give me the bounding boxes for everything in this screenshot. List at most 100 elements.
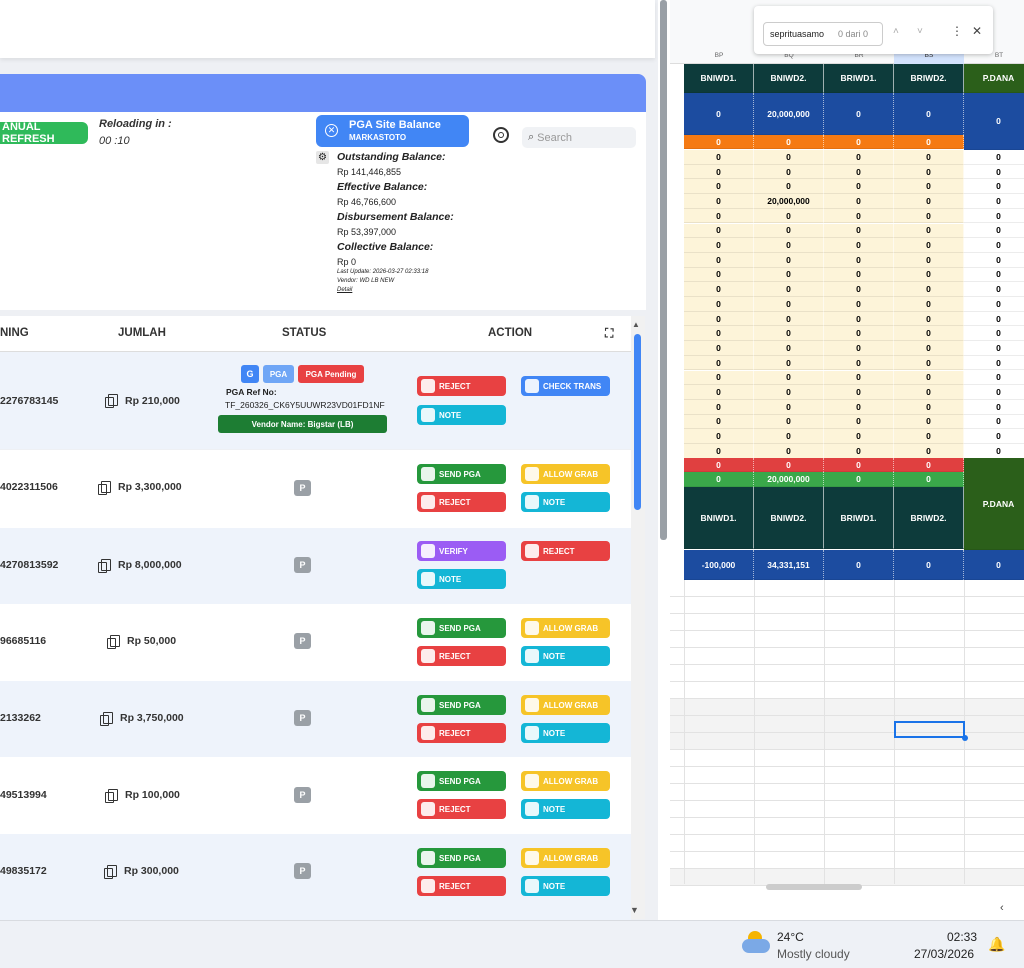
sheet-cell[interactable]: 0: [894, 370, 964, 386]
reject-button[interactable]: REJECT: [417, 376, 506, 396]
allow-grab-button[interactable]: ALLOW GRAB: [521, 771, 610, 791]
column-letter[interactable]: BP: [684, 52, 754, 59]
clock-date[interactable]: 27/03/2026: [914, 947, 974, 961]
sheet-cell[interactable]: 0: [894, 179, 964, 195]
sheet-cell[interactable]: 0: [824, 297, 894, 312]
sheet-cell[interactable]: 0: [824, 370, 894, 386]
copy-icon[interactable]: [104, 865, 117, 879]
copy-icon[interactable]: [98, 559, 111, 573]
sheet-cell[interactable]: 0: [894, 429, 964, 444]
allow-grab-button[interactable]: ALLOW GRAB: [521, 464, 610, 484]
sheet-cell[interactable]: 0: [894, 135, 964, 149]
sheet-cell[interactable]: 0: [824, 208, 894, 224]
sheet-header-cell[interactable]: BNIWD1.: [684, 487, 754, 549]
sheet-empty-row[interactable]: [670, 818, 1024, 835]
sheet-cell[interactable]: 0: [894, 458, 964, 472]
sheet-cell[interactable]: 0: [964, 282, 1024, 297]
find-input[interactable]: sepritua​samo 0 dari 0: [763, 22, 883, 46]
sheet-cell[interactable]: 0: [684, 179, 754, 195]
sheet-grid[interactable]: BNIWD1. BNIWD2. BRIWD1. BRIWD2. P.DANA 0 20,00…: [670, 64, 1024, 886]
note-button[interactable]: NOTE: [417, 405, 506, 425]
sheet-cell[interactable]: 0: [684, 208, 754, 224]
fill-handle[interactable]: [962, 735, 968, 741]
sheet-cell[interactable]: 0: [964, 444, 1024, 459]
sheet-cell[interactable]: 0: [894, 150, 964, 165]
sheet-cell[interactable]: 0: [684, 458, 754, 472]
sheet-cell[interactable]: 0: [684, 355, 754, 371]
sheet-cell[interactable]: 0: [824, 414, 894, 430]
sheet-cell[interactable]: 0: [824, 355, 894, 371]
more-vert-icon[interactable]: ⋮: [951, 24, 963, 38]
sheet-cell[interactable]: 0: [684, 385, 754, 400]
sheet-cell[interactable]: 0: [754, 444, 824, 459]
sheet-total-cell[interactable]: -100,000: [684, 550, 754, 580]
sheet-cell[interactable]: 0: [964, 238, 1024, 253]
sheet-total-cell[interactable]: 20,000,000: [754, 93, 824, 135]
reject-button[interactable]: REJECT: [417, 646, 506, 666]
sheet-cell[interactable]: 0: [754, 370, 824, 386]
sheet-cell[interactable]: 0: [894, 399, 964, 415]
sheet-header-cell[interactable]: BRIWD1.: [824, 64, 894, 93]
sheet-cell[interactable]: 0: [894, 238, 964, 253]
gear-icon[interactable]: ⚙: [316, 151, 329, 164]
sheet-cell[interactable]: 0: [754, 223, 824, 239]
table-scrollbar-thumb[interactable]: [634, 334, 641, 510]
sheet-cell[interactable]: 0: [824, 311, 894, 327]
weather-cloud-icon[interactable]: [742, 929, 772, 957]
sheet-cell[interactable]: 0: [964, 311, 1024, 327]
notification-bell-icon[interactable]: 🔔: [988, 936, 1005, 953]
reject-button[interactable]: REJECT: [417, 876, 506, 896]
sheet-cell[interactable]: 0: [684, 311, 754, 327]
sheet-empty-row[interactable]: [670, 733, 1024, 750]
sheet-header-cell[interactable]: BNIWD2.: [754, 64, 824, 93]
sheet-cell[interactable]: 0: [964, 194, 1024, 209]
sheet-empty-row[interactable]: [670, 699, 1024, 716]
sheet-empty-row[interactable]: [670, 716, 1024, 733]
sheet-cell[interactable]: 0: [964, 341, 1024, 356]
sheet-total-cell[interactable]: 0: [824, 93, 894, 135]
sheet-cell[interactable]: 0: [754, 297, 824, 312]
sheet-cell[interactable]: 0: [824, 385, 894, 400]
sheet-cell[interactable]: 20,000,000: [754, 472, 824, 487]
sheet-cell[interactable]: 0: [824, 150, 894, 165]
sheet-cell[interactable]: 0: [754, 208, 824, 224]
sheet-horizontal-scrollbar[interactable]: [766, 884, 862, 890]
detail-link[interactable]: Detail: [337, 287, 497, 293]
sheet-cell[interactable]: 0: [824, 399, 894, 415]
sheet-empty-row[interactable]: [670, 580, 1024, 597]
sheet-empty-row[interactable]: [670, 631, 1024, 648]
sheet-cell[interactable]: 0: [684, 194, 754, 209]
sheet-cell[interactable]: 0: [964, 208, 1024, 224]
copy-icon[interactable]: [105, 394, 118, 408]
reject-button[interactable]: REJECT: [417, 492, 506, 512]
sheet-cell[interactable]: 0: [824, 135, 894, 149]
copy-icon[interactable]: [105, 789, 118, 803]
reject-button[interactable]: REJECT: [417, 799, 506, 819]
note-button[interactable]: NOTE: [521, 492, 610, 512]
sheet-cell[interactable]: 0: [684, 135, 754, 149]
sheet-cell[interactable]: 0: [894, 414, 964, 430]
allow-grab-button[interactable]: ALLOW GRAB: [521, 848, 610, 868]
sheet-header-cell[interactable]: BNIWD2.: [754, 487, 824, 549]
sheet-cell[interactable]: 0: [754, 341, 824, 356]
copy-icon[interactable]: [100, 712, 113, 726]
sheet-cell[interactable]: 0: [824, 326, 894, 342]
sheet-total-cell[interactable]: 0: [894, 93, 964, 135]
allow-grab-button[interactable]: ALLOW GRAB: [521, 618, 610, 638]
sheet-empty-row[interactable]: [670, 614, 1024, 631]
sheet-cell[interactable]: 0: [824, 282, 894, 297]
sheet-cell[interactable]: 0: [754, 355, 824, 371]
scroll-up-arrow-icon[interactable]: ▲: [632, 320, 640, 329]
scroll-down-arrow-icon[interactable]: ▼: [630, 905, 639, 915]
sheet-cell[interactable]: 0: [754, 267, 824, 283]
sheet-cell[interactable]: 0: [894, 267, 964, 283]
sheet-cell[interactable]: 0: [754, 326, 824, 342]
sheet-cell[interactable]: 0: [684, 444, 754, 459]
allow-grab-button[interactable]: ALLOW GRAB: [521, 695, 610, 715]
sheet-cell[interactable]: 0: [684, 297, 754, 312]
sheet-cell[interactable]: 0: [824, 444, 894, 459]
sheet-cell[interactable]: 0: [754, 429, 824, 444]
reject-button[interactable]: REJECT: [521, 541, 610, 561]
sheet-cell[interactable]: 0: [754, 311, 824, 327]
sheet-header-cell[interactable]: P.DANA: [964, 64, 1024, 93]
